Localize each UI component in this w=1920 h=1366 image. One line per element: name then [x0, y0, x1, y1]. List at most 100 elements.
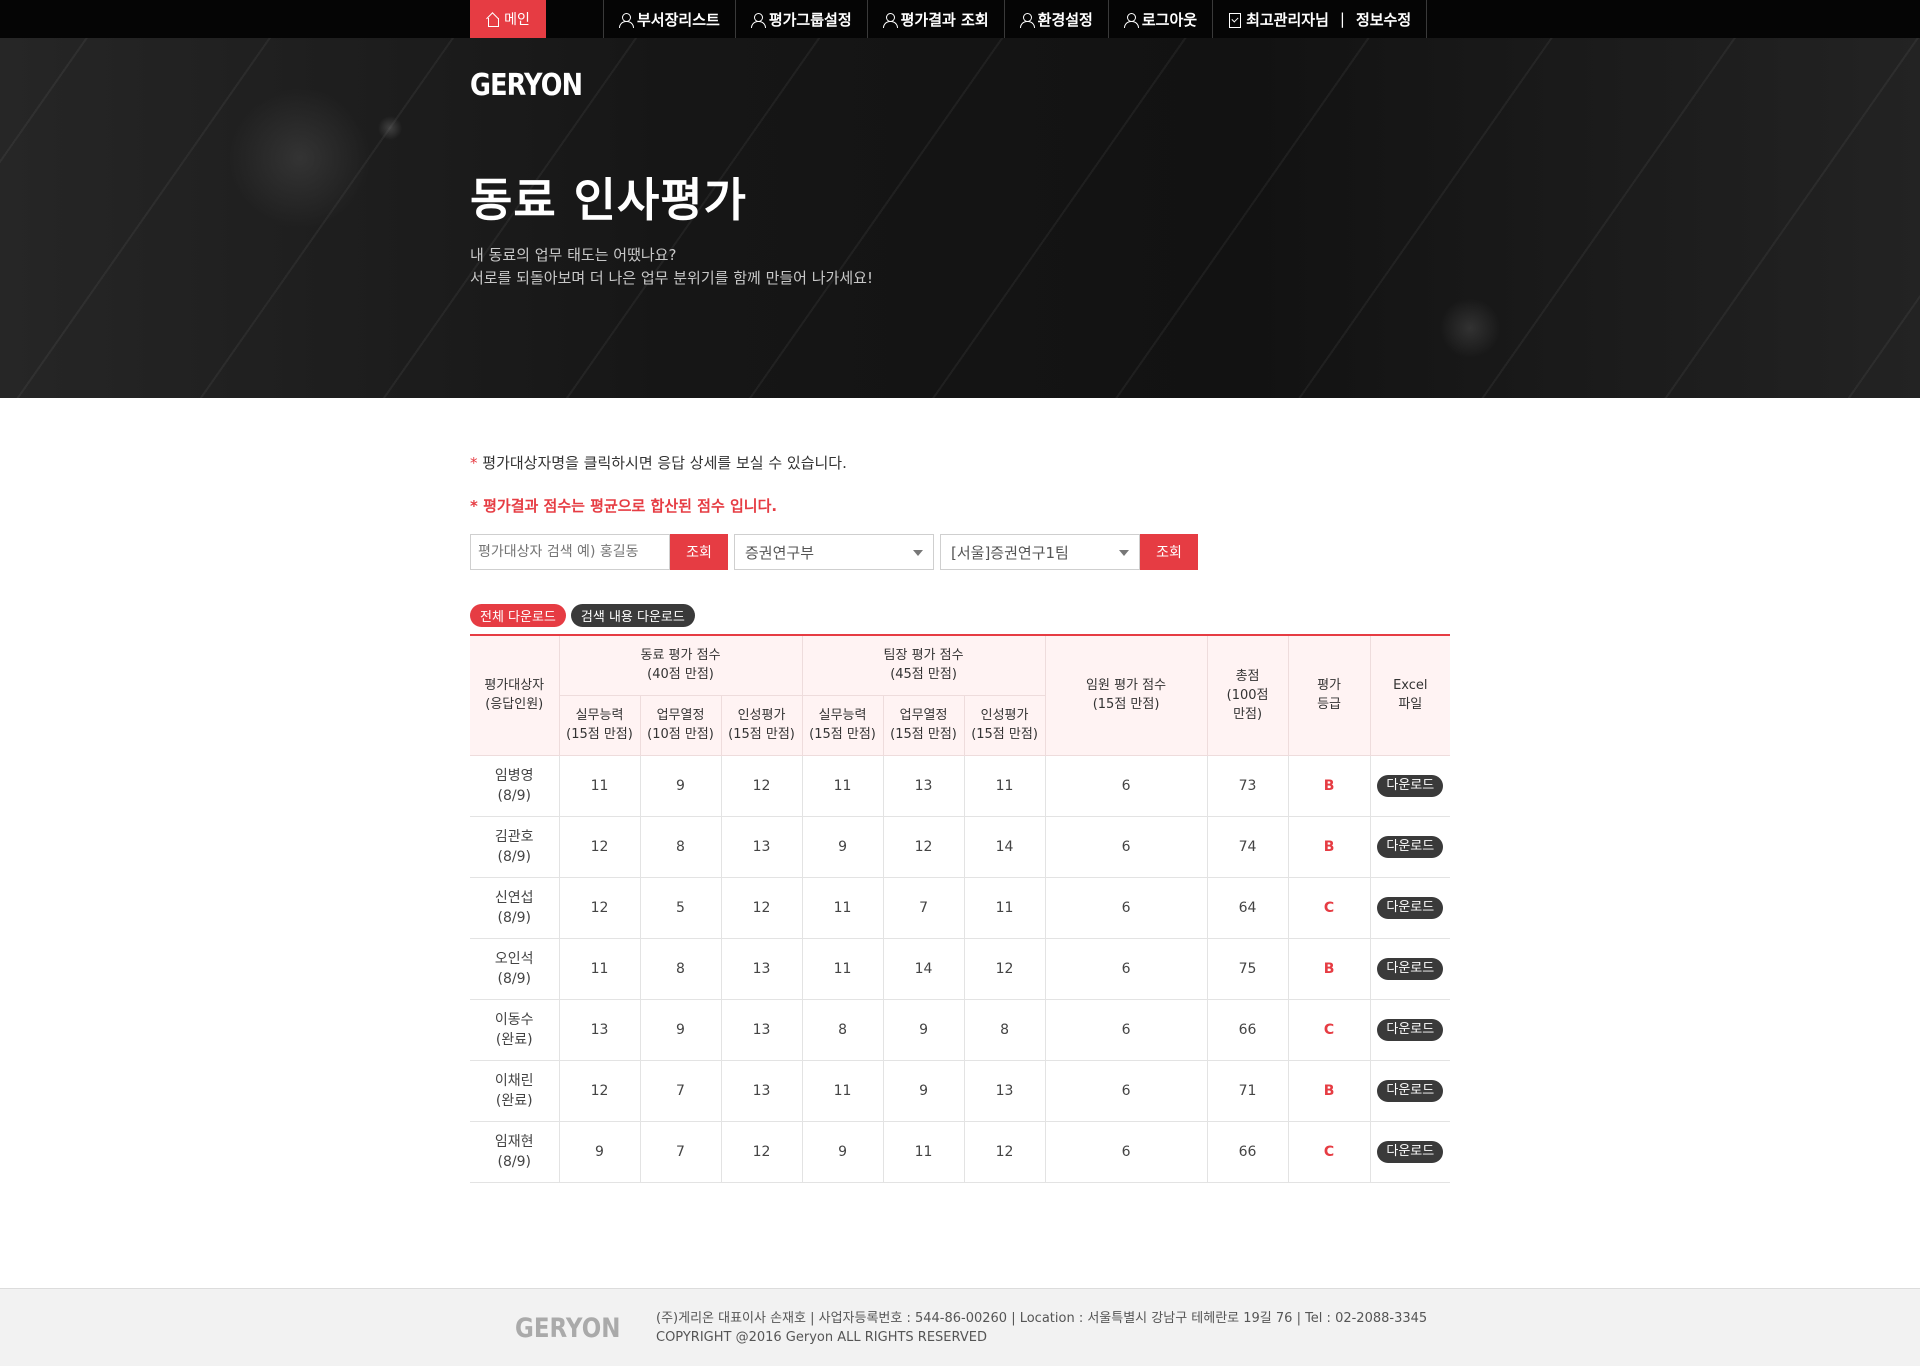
- subheader-peer-skill: 실무능력 (15점 만점): [559, 694, 641, 756]
- header-label: 인성평가: [980, 708, 1029, 723]
- target-name-cell[interactable]: 임병영 (8/9): [470, 755, 559, 817]
- excel-download-button[interactable]: 다운로드: [1377, 1140, 1444, 1163]
- excel-download-button[interactable]: 다운로드: [1377, 1079, 1444, 1102]
- exec-score-cell: 6: [1044, 755, 1208, 817]
- footer: GERYON (주)게리온 대표이사 손재호 | 사업자등록번호 : 544-8…: [0, 1288, 1920, 1366]
- admin-name: 최고관리자님: [1246, 10, 1329, 29]
- score-cell: 9: [882, 999, 965, 1061]
- score-cell: 11: [963, 877, 1046, 939]
- header-sublabel: (10점 만점): [647, 727, 714, 742]
- grade-cell: C: [1287, 877, 1371, 939]
- target-name[interactable]: 이채린: [470, 1071, 559, 1091]
- download-all-button[interactable]: 전체 다운로드: [470, 604, 566, 627]
- edit-info-link[interactable]: 정보수정: [1356, 9, 1411, 30]
- target-name[interactable]: 임재현: [470, 1132, 559, 1152]
- results-table: 평가대상자 (응답인원) 동료 평가 점수 (40점 만점) 팀장 평가 점수 …: [470, 634, 1451, 1183]
- geryon-logo[interactable]: GERYON: [470, 68, 583, 103]
- target-search-input[interactable]: [470, 534, 670, 570]
- department-select[interactable]: 증권연구부: [734, 534, 934, 570]
- score-cell: 11: [882, 1121, 965, 1183]
- excel-cell: 다운로드: [1369, 877, 1451, 939]
- score-cell: 11: [963, 755, 1046, 817]
- nav-item-label: 평가결과 조회: [900, 10, 989, 29]
- header-label: 평가대상자: [484, 678, 545, 694]
- score-cell: 12: [720, 877, 803, 939]
- target-name-cell[interactable]: 이채린 (완료): [470, 1060, 559, 1122]
- exec-score-cell: 6: [1044, 816, 1208, 878]
- target-name-cell[interactable]: 임재현 (8/9): [470, 1121, 559, 1183]
- target-name-cell[interactable]: 김관호 (8/9): [470, 816, 559, 878]
- excel-download-button[interactable]: 다운로드: [1377, 1018, 1444, 1041]
- download-search-results-button[interactable]: 검색 내용 다운로드: [570, 604, 695, 627]
- score-cell: 8: [963, 999, 1046, 1061]
- score-cell: 9: [801, 816, 884, 878]
- response-count: (8/9): [497, 970, 531, 987]
- target-name[interactable]: 김관호: [470, 827, 559, 847]
- score-cell: 14: [882, 938, 965, 1000]
- header-sublabel: (15점 만점): [890, 727, 957, 742]
- total-score-cell: 66: [1206, 999, 1289, 1061]
- nav-home-button[interactable]: 메인: [470, 0, 546, 38]
- filter-search-button[interactable]: 조회: [1140, 534, 1198, 570]
- header-label: 동료 평가 점수: [640, 648, 721, 664]
- score-cell: 9: [639, 999, 721, 1061]
- excel-download-button[interactable]: 다운로드: [1377, 896, 1444, 919]
- target-name-cell[interactable]: 신연섭 (8/9): [470, 877, 559, 939]
- header-sublabel: (100점: [1226, 687, 1269, 703]
- score-cell: 12: [558, 877, 640, 939]
- score-cell: 11: [801, 1060, 884, 1122]
- exec-score-cell: 6: [1044, 1060, 1208, 1122]
- nav-separator: |: [1339, 10, 1345, 28]
- nav-item-settings[interactable]: 환경설정: [1003, 0, 1108, 38]
- header-total: 총점 (100점 만점): [1206, 634, 1289, 756]
- nav-item-admin-info[interactable]: 최고관리자님 | 정보수정: [1212, 0, 1428, 38]
- note-text: 평가대상자명을 클릭하시면 응답 상세를 보실 수 있습니다.: [482, 454, 847, 472]
- user-icon: [882, 12, 898, 28]
- nav-item-eval-results[interactable]: 평가결과 조회: [866, 0, 1004, 38]
- score-cell: 13: [963, 1060, 1046, 1122]
- header-excel: Excel 파일: [1369, 634, 1451, 756]
- target-name[interactable]: 신연섭: [470, 888, 559, 908]
- header-label: 팀장 평가 점수: [883, 648, 964, 664]
- score-cell: 9: [639, 755, 721, 817]
- document-check-icon: [1228, 12, 1242, 28]
- excel-cell: 다운로드: [1369, 938, 1451, 1000]
- header-label: 업무열정: [899, 708, 948, 723]
- score-cell: 7: [639, 1060, 721, 1122]
- nav-item-logout[interactable]: 로그아웃: [1107, 0, 1212, 38]
- score-note: * 평가결과 점수는 평균으로 합산된 점수 입니다.: [470, 495, 1450, 516]
- main-content: * 평가대상자명을 클릭하시면 응답 상세를 보실 수 있습니다. * 평가결과…: [470, 452, 1451, 1183]
- excel-download-button[interactable]: 다운로드: [1377, 835, 1444, 858]
- score-cell: 9: [882, 1060, 965, 1122]
- score-cell: 12: [720, 1121, 803, 1183]
- excel-download-button[interactable]: 다운로드: [1377, 957, 1444, 980]
- target-name[interactable]: 이동수: [470, 1010, 559, 1030]
- score-cell: 13: [720, 938, 803, 1000]
- score-cell: 8: [639, 816, 721, 878]
- score-cell: 12: [720, 755, 803, 817]
- total-score-cell: 64: [1206, 877, 1289, 939]
- score-cell: 13: [720, 1060, 803, 1122]
- nav-item-department-heads[interactable]: 부서장리스트: [603, 0, 735, 38]
- table-row: 오인석 (8/9) 11 8 13 11 14 12 6 75 B 다운로드: [470, 938, 1451, 1000]
- exec-score-cell: 6: [1044, 877, 1208, 939]
- search-button[interactable]: 조회: [670, 534, 728, 570]
- target-name[interactable]: 오인석: [470, 949, 559, 969]
- header-target: 평가대상자 (응답인원): [470, 634, 560, 756]
- nav-item-eval-groups[interactable]: 평가그룹설정: [734, 0, 867, 38]
- header-leader-score: 팀장 평가 점수 (45점 만점): [801, 634, 1046, 696]
- score-cell: 12: [963, 1121, 1046, 1183]
- excel-cell: 다운로드: [1369, 816, 1451, 878]
- team-select[interactable]: [서울]증권연구1팀: [940, 534, 1140, 570]
- search-bar: 조회 증권연구부 [서울]증권연구1팀 조회: [470, 534, 1450, 570]
- target-name-cell[interactable]: 이동수 (완료): [470, 999, 559, 1061]
- excel-download-button[interactable]: 다운로드: [1377, 774, 1444, 797]
- header-label: 업무열정: [656, 708, 705, 723]
- target-name-cell[interactable]: 오인석 (8/9): [470, 938, 559, 1000]
- hero-subtitle-line1: 내 동료의 업무 태도는 어땠나요?: [470, 246, 677, 264]
- score-cell: 5: [639, 877, 721, 939]
- target-name[interactable]: 임병영: [470, 766, 559, 786]
- header-label: 등급: [1317, 697, 1342, 713]
- note-text: 평가결과 점수는 평균으로 합산된 점수 입니다.: [483, 497, 778, 515]
- header-sublabel: (15점 만점): [809, 727, 876, 742]
